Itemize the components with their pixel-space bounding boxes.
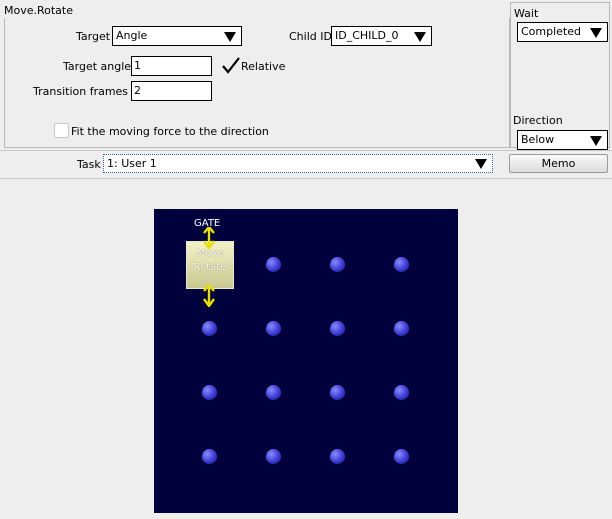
graph-slot[interactable]: [330, 321, 345, 336]
graph-slot[interactable]: [394, 321, 409, 336]
input-arrow-icon: [203, 227, 215, 249]
graph-slot[interactable]: [202, 385, 217, 400]
fit-direction-label: Fit the moving force to the direction: [71, 125, 269, 138]
chevron-down-icon: [590, 136, 602, 146]
graph-slot[interactable]: [266, 449, 281, 464]
window-title: Move.Rotate: [4, 4, 74, 17]
divider: [0, 178, 612, 179]
direction-select-value: Below: [521, 133, 555, 146]
memo-button[interactable]: Memo: [509, 154, 608, 173]
target-select[interactable]: Angle: [112, 26, 242, 46]
fit-direction-checkbox[interactable]: [54, 123, 69, 138]
child-id-select-value: ID_CHILD_0: [335, 29, 399, 42]
node-label-line2: Rotate: [193, 262, 227, 273]
target-label: Target: [76, 30, 111, 43]
graph-slot[interactable]: [266, 385, 281, 400]
chevron-down-icon: [590, 28, 602, 38]
chevron-down-icon: [414, 32, 426, 42]
graph-slot[interactable]: [266, 257, 281, 272]
chevron-down-icon: [224, 32, 236, 42]
child-id-select[interactable]: ID_CHILD_0: [331, 26, 432, 46]
direction-label: Direction: [513, 114, 563, 127]
wait-label: Wait: [514, 7, 539, 20]
task-select[interactable]: 1: User 1: [103, 154, 493, 173]
graph-slot[interactable]: [394, 257, 409, 272]
graph-slot[interactable]: [202, 321, 217, 336]
child-id-label: Child ID: [289, 30, 332, 43]
relative-label: Relative: [241, 60, 286, 73]
flow-graph-canvas[interactable]: GATE Move Rotate: [154, 209, 458, 513]
graph-slot[interactable]: [202, 449, 217, 464]
node-label-line1: Move: [196, 248, 224, 259]
transition-frames-input[interactable]: 2: [131, 81, 212, 101]
graph-slot[interactable]: [330, 257, 345, 272]
task-select-value: 1: User 1: [107, 157, 157, 170]
divider: [0, 150, 612, 151]
graph-slot[interactable]: [330, 385, 345, 400]
graph-slot[interactable]: [394, 449, 409, 464]
transition-frames-label: Transition frames: [33, 85, 129, 98]
graph-slot[interactable]: [266, 321, 281, 336]
graph-slot[interactable]: [330, 449, 345, 464]
direction-select[interactable]: Below: [517, 130, 608, 150]
target-angle-label: Target angle: [63, 60, 132, 73]
target-select-value: Angle: [116, 29, 148, 42]
wait-select-value: Completed: [521, 25, 581, 38]
wait-select[interactable]: Completed: [517, 22, 608, 42]
target-angle-input[interactable]: 1: [131, 56, 212, 76]
task-label: Task: [77, 158, 101, 171]
relative-checkbox-checkmark-icon[interactable]: [221, 57, 241, 75]
output-arrow-icon: [203, 285, 215, 307]
graph-slot[interactable]: [394, 385, 409, 400]
chevron-down-icon: [475, 159, 487, 169]
